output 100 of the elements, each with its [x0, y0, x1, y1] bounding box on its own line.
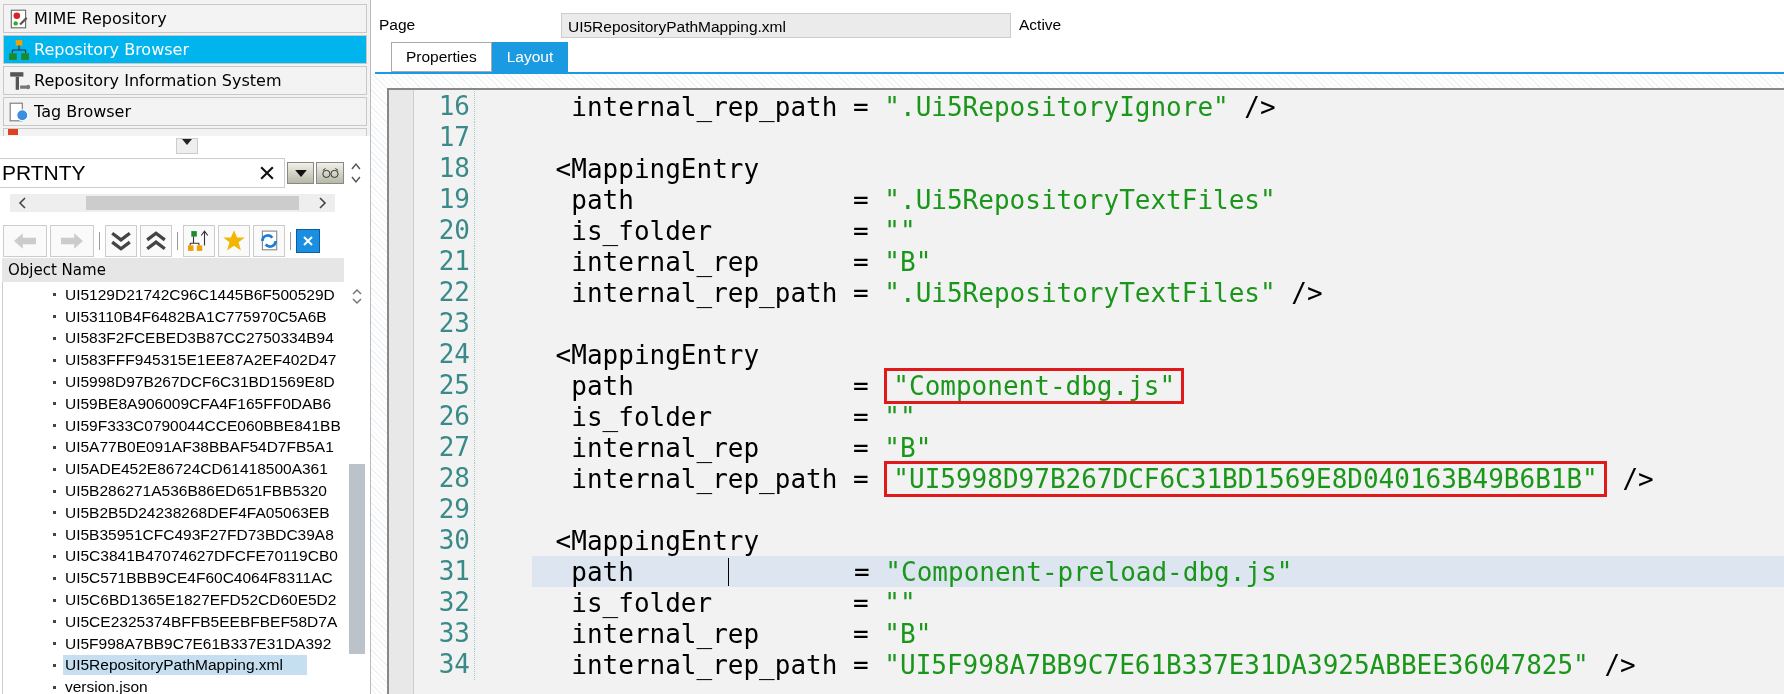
object-item[interactable]: UI5998D97B267DCF6C31BD1569E8D — [63, 372, 337, 393]
bullet-icon — [53, 337, 56, 340]
object-item[interactable]: UI5B35951CFC493F27FD73BDC39A8 — [63, 524, 336, 545]
chevron-left-icon[interactable] — [18, 197, 26, 209]
code-line[interactable]: 34 internal_rep_path = "UI5F998A7BB9C7E61B337E31DA3925ABBEE36047825" /> — [414, 649, 1784, 680]
code-line[interactable]: 20 is_folder = "" — [414, 215, 1784, 246]
object-item[interactable]: UI5129D21742C96C1445B6F500529D — [63, 284, 337, 305]
object-item[interactable]: UI5C571BBB9CE4F60C4064F8311AC — [63, 568, 335, 589]
dropdown-button[interactable] — [286, 162, 315, 184]
code-text: <MappingEntry — [554, 525, 760, 556]
code-line[interactable]: 22 internal_rep_path = ".Ui5RepositoryTextFiles" /> — [414, 277, 1784, 308]
line-number: 27 — [414, 432, 475, 463]
bullet-icon — [53, 380, 56, 384]
code-line[interactable]: 30 <MappingEntry — [414, 525, 1784, 556]
object-item[interactable]: UI5A77B0E091AF38BBAF54D7FB5A1 — [63, 437, 336, 458]
line-number: 30 — [414, 525, 475, 556]
code-line[interactable]: 32 is_folder = "" — [414, 587, 1784, 618]
collapse-all-button[interactable] — [140, 225, 172, 257]
text-cursor — [727, 557, 729, 586]
refresh-button[interactable] — [253, 225, 285, 257]
bullet-icon — [53, 576, 56, 580]
line-number: 19 — [414, 184, 475, 215]
line-number: 25 — [414, 370, 475, 401]
highlighted-string: "Component-dbg.js" — [884, 367, 1185, 404]
scrollbar-thumb[interactable] — [349, 464, 365, 654]
code-line[interactable]: 16 internal_rep_path = ".Ui5RepositoryIgnore" /> — [414, 91, 1784, 122]
object-item[interactable]: UI5CE2325374BFFB5EEBFBEF58D7A — [63, 611, 340, 632]
tab[interactable]: Properties — [391, 42, 492, 72]
dropdown-button[interactable] — [176, 138, 198, 154]
object-item[interactable]: UI5RepositoryPathMapping.xml — [63, 655, 307, 676]
line-number: 29 — [414, 494, 475, 525]
bullet-icon — [53, 511, 56, 515]
expand-all-button[interactable] — [105, 225, 137, 257]
string-literal: "" — [884, 587, 916, 618]
double-chevron-up-icon — [145, 230, 167, 252]
code-line[interactable]: 17 — [414, 122, 1784, 153]
object-item[interactable]: UI583F2FCEBED3B87CC2750334B94 — [63, 328, 336, 349]
object-item[interactable]: UI59F333C0790044CCE060BBE841BB — [63, 415, 343, 436]
object-item[interactable]: UI5B286271A536B86ED651FBB5320 — [63, 481, 329, 502]
double-chevron-down-icon — [110, 230, 132, 252]
code-text: = — [853, 556, 871, 587]
string-literal: "B" — [884, 246, 932, 277]
hierarchy-button[interactable] — [183, 225, 215, 257]
code-line[interactable]: 23 — [414, 308, 1784, 339]
code-text: path = — [570, 184, 870, 215]
code-text: internal_rep = — [570, 246, 870, 277]
bullet-icon — [53, 293, 56, 297]
navigator-item[interactable]: Repository Information System — [3, 66, 367, 95]
chevron-right-icon[interactable] — [319, 197, 327, 209]
glasses-button[interactable] — [316, 162, 345, 184]
code-line[interactable]: 25 path = "Component-dbg.js" — [414, 370, 1784, 401]
code-editor[interactable] — [387, 88, 1784, 694]
code-line[interactable]: 24 <MappingEntry — [414, 339, 1784, 370]
clear-icon[interactable] — [259, 166, 274, 180]
navigator-item[interactable]: Tag Browser — [3, 97, 367, 126]
bullet-icon — [53, 315, 56, 319]
web-document-icon — [8, 100, 30, 123]
bullet-icon — [53, 663, 56, 667]
refresh-icon — [258, 230, 280, 252]
horizontal-scrollbar[interactable] — [10, 194, 335, 212]
line-number: 22 — [414, 277, 475, 308]
scrollbar-thumb[interactable] — [86, 196, 299, 210]
code-text: is_folder = — [570, 587, 870, 618]
navigator-item[interactable]: MIME Repository — [3, 4, 367, 33]
code-text: path — [570, 556, 635, 587]
object-item[interactable]: UI5C6BD1365E1827EFD52CD60E5D2 — [63, 590, 339, 611]
code-text: <MappingEntry — [554, 339, 760, 370]
line-number: 21 — [414, 246, 475, 277]
bullet-icon — [53, 620, 56, 624]
code-line[interactable]: 29 — [414, 494, 1784, 525]
object-item[interactable]: UI583FFF945315E1EE87A2EF402D47 — [63, 350, 339, 371]
code-text: is_folder = — [570, 401, 870, 432]
line-number: 31 — [414, 556, 475, 587]
code-text: /> — [1621, 463, 1654, 494]
code-line[interactable]: 21 internal_rep = "B" — [414, 246, 1784, 277]
code-line[interactable]: 19 path = ".Ui5RepositoryTextFiles" — [414, 184, 1784, 215]
code-line[interactable]: 18 <MappingEntry — [414, 153, 1784, 184]
code-line[interactable]: 33 internal_rep = "B" — [414, 618, 1784, 649]
search-field[interactable]: PRTNTY — [0, 158, 285, 188]
object-item[interactable]: UI5B2B5D24238268DEF4FA05063EB — [63, 502, 332, 523]
close-button[interactable] — [296, 229, 320, 253]
object-item[interactable]: UI53110B4F6482BA1C775970C5A6B — [63, 306, 329, 327]
code-line[interactable]: 28 internal_rep_path = "UI5998D97B267DCF6C31BD1569E8D040163B49B6B1B" /> — [414, 463, 1784, 494]
hierarchy-icon — [188, 230, 210, 252]
code-line[interactable]: 27 internal_rep = "B" — [414, 432, 1784, 463]
arrow-left-icon — [14, 232, 36, 250]
bullet-icon — [53, 445, 56, 449]
object-item[interactable]: UI5F998A7BB9C7E61B337E31DA392 — [63, 633, 334, 654]
code-text: /> — [1290, 277, 1323, 308]
close-icon — [302, 235, 314, 247]
object-item[interactable]: UI5C3841B47074627DFCFE70119CB0 — [63, 546, 340, 567]
code-line[interactable]: 26 is_folder = "" — [414, 401, 1784, 432]
bullet-icon — [53, 642, 56, 646]
glasses-icon — [321, 167, 340, 179]
object-item[interactable]: UI5ADE452E86724CD61418500A361 — [63, 459, 330, 480]
bullet-icon — [53, 489, 56, 493]
object-item[interactable]: UI59BE8A906009CFA4F165FF0DAB6 — [63, 393, 334, 414]
scroll-arrows-icon[interactable] — [351, 286, 363, 306]
line-number: 18 — [414, 153, 475, 184]
line-number: 23 — [414, 308, 475, 339]
